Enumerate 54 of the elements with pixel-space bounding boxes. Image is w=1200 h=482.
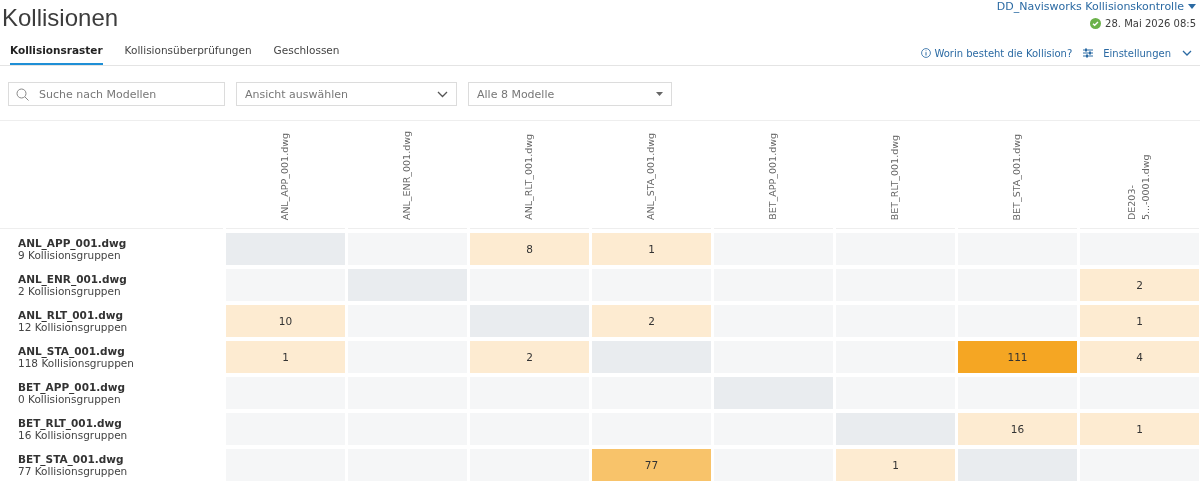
- tab[interactable]: Geschlossen: [273, 44, 340, 65]
- grid-cell[interactable]: 8: [470, 233, 589, 265]
- grid-cell[interactable]: 16: [958, 413, 1077, 445]
- model-name: BET_STA_001.dwg: [18, 453, 125, 465]
- group-count: 118 Kollisionsgruppen: [18, 357, 135, 369]
- tab[interactable]: Kollisionsraster: [10, 44, 103, 65]
- column-header: DE203-5...-0001.dwg: [1125, 153, 1153, 222]
- grid-cell[interactable]: 1: [1080, 305, 1199, 337]
- chevron-icon: [437, 90, 448, 98]
- view-select[interactable]: Ansicht auswählen: [236, 82, 457, 106]
- grid-cell[interactable]: 10: [226, 305, 345, 337]
- model-select[interactable]: Alle 8 Modelle: [468, 82, 672, 106]
- grid-cell[interactable]: 4: [1080, 341, 1199, 373]
- grid-cell[interactable]: 1: [836, 449, 955, 481]
- sync-date: 28. Mai 2026 08:5: [1105, 18, 1196, 29]
- column-header: ANL_STA_001.dwg: [644, 132, 658, 222]
- model-name: BET_RLT_001.dwg: [18, 417, 123, 429]
- grid-cell[interactable]: 1: [226, 341, 345, 373]
- info-icon: [921, 48, 932, 58]
- group-count: 16 Kollisionsgruppen: [18, 429, 129, 441]
- grid-cell[interactable]: 2: [470, 341, 589, 373]
- column-header: ANL_APP_001.dwg: [278, 131, 292, 222]
- sliders-icon: [1082, 47, 1095, 59]
- model-name: ANL_ENR_001.dwg: [18, 273, 128, 285]
- grid-cell[interactable]: 111: [958, 341, 1077, 373]
- column-header: ANL_RLT_001.dwg: [522, 133, 536, 222]
- group-count: 9 Kollisionsgruppen: [18, 249, 121, 261]
- grid-cell[interactable]: 1: [592, 233, 711, 265]
- group-count: 77 Kollisionsgruppen: [18, 465, 129, 477]
- search-icon: [16, 88, 29, 101]
- column-header: ANL_ENR_001.dwg: [400, 129, 414, 222]
- column-header: BET_APP_001.dwg: [766, 132, 780, 222]
- group-count: 12 Kollisionsgruppen: [18, 321, 129, 333]
- search-field[interactable]: Suche nach Modellen: [8, 82, 225, 106]
- project-dropdown[interactable]: DD_Navisworks Kollisionskontrolle: [996, 0, 1196, 13]
- page-title: Kollisionen: [2, 4, 119, 32]
- help-link[interactable]: Worin besteht die Kollision?: [921, 47, 1073, 59]
- grid-cell[interactable]: 1: [1080, 413, 1199, 445]
- settings-menu[interactable]: Einstellungen: [1082, 47, 1192, 59]
- group-count: 2 Kollisionsgruppen: [18, 285, 121, 297]
- model-name: ANL_STA_001.dwg: [18, 345, 126, 357]
- model-name: ANL_RLT_001.dwg: [18, 309, 124, 321]
- column-header: BET_STA_001.dwg: [1010, 132, 1024, 222]
- grid-cell[interactable]: 2: [592, 305, 711, 337]
- caret-icon: [1188, 4, 1196, 9]
- chevron-icon: [1182, 50, 1192, 56]
- tab[interactable]: Kollisionsüberprüfungen: [124, 44, 252, 65]
- model-name: ANL_APP_001.dwg: [18, 237, 128, 249]
- grid-cell[interactable]: 2: [1080, 269, 1199, 301]
- group-count: 0 Kollisionsgruppen: [18, 393, 121, 405]
- grid-cell[interactable]: 77: [592, 449, 711, 481]
- column-header: BET_RLT_001.dwg: [888, 133, 902, 222]
- model-name: BET_APP_001.dwg: [18, 381, 126, 393]
- caret-icon: [656, 92, 663, 96]
